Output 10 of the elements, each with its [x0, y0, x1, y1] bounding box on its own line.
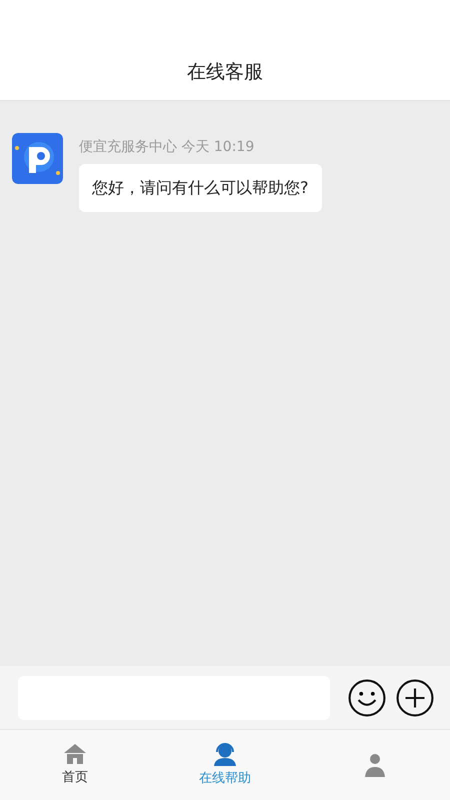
- person-icon: [363, 753, 387, 777]
- add-button[interactable]: [396, 678, 434, 716]
- app-logo-icon: [12, 133, 63, 184]
- sender-info: 便宜充服务中心 今天 10:19: [79, 138, 256, 157]
- page-title: 在线客服: [187, 60, 263, 84]
- tab[interactable]: 首页: [0, 730, 150, 800]
- headset-person-icon: [212, 742, 238, 766]
- message-bubble: 您好，请问有什么可以帮助您?: [79, 164, 322, 212]
- emoji-button[interactable]: [348, 678, 386, 716]
- home-icon: [63, 742, 87, 765]
